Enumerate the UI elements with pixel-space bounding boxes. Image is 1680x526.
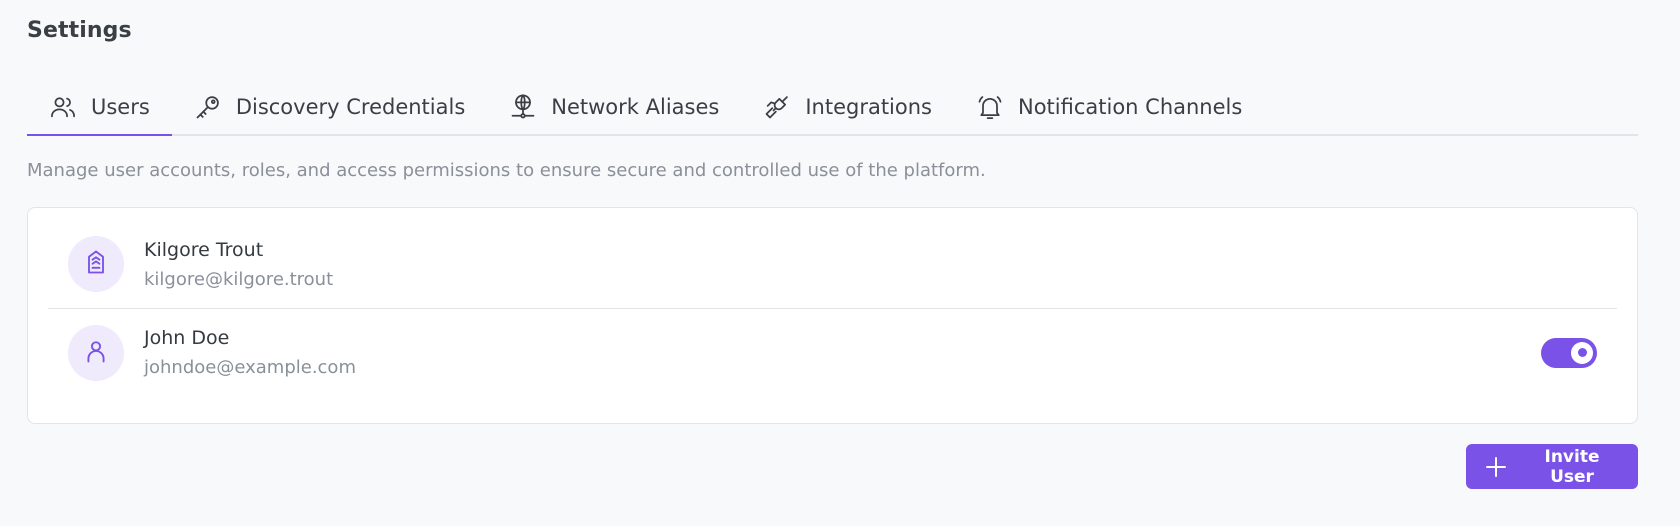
user-info: John Doe johndoe@example.com: [144, 327, 356, 378]
settings-page: Settings Users Discovery Credentials Net…: [0, 0, 1680, 526]
tab-notification-channels[interactable]: Notification Channels: [954, 80, 1264, 134]
toggle-knob: [1571, 341, 1593, 364]
bell-icon: [976, 93, 1004, 121]
invite-user-label: Invite User: [1544, 446, 1600, 487]
key-icon: [194, 93, 222, 121]
user-icon: [82, 337, 110, 369]
page-description: Manage user accounts, roles, and access …: [27, 160, 986, 181]
tab-users[interactable]: Users: [27, 80, 172, 136]
network-icon: [509, 93, 537, 121]
plug-icon: [763, 93, 791, 121]
tab-label: Network Aliases: [551, 95, 720, 119]
avatar: [68, 236, 124, 292]
tab-label: Integrations: [805, 95, 932, 119]
admin-badge-icon: [82, 248, 110, 280]
user-row[interactable]: Kilgore Trout kilgore@kilgore.trout: [48, 220, 1617, 308]
tab-label: Users: [91, 95, 150, 119]
settings-tabs: Users Discovery Credentials Network Alia…: [27, 80, 1638, 136]
user-active-toggle[interactable]: [1541, 337, 1597, 368]
avatar: [68, 324, 124, 381]
tab-label: Discovery Credentials: [235, 95, 466, 119]
user-info: Kilgore Trout kilgore@kilgore.trout: [144, 239, 333, 290]
tab-integrations[interactable]: Integrations: [741, 80, 954, 134]
users-icon: [49, 93, 77, 121]
tab-discovery-credentials[interactable]: Discovery Credentials: [172, 80, 487, 134]
user-name: John Doe: [144, 327, 230, 349]
plus-icon: [1484, 455, 1508, 479]
tab-label: Notification Channels: [1017, 95, 1243, 119]
user-list: Kilgore Trout kilgore@kilgore.trout John…: [27, 207, 1638, 424]
toggle-dot: [1577, 348, 1587, 357]
invite-user-button[interactable]: Invite User: [1466, 444, 1638, 489]
user-row[interactable]: John Doe johndoe@example.com: [48, 308, 1617, 396]
user-email: kilgore@kilgore.trout: [144, 268, 334, 290]
tab-network-aliases[interactable]: Network Aliases: [487, 80, 741, 134]
user-email: johndoe@example.com: [144, 357, 356, 378]
page-title: Settings: [27, 18, 132, 43]
user-name: Kilgore Trout: [144, 238, 264, 261]
